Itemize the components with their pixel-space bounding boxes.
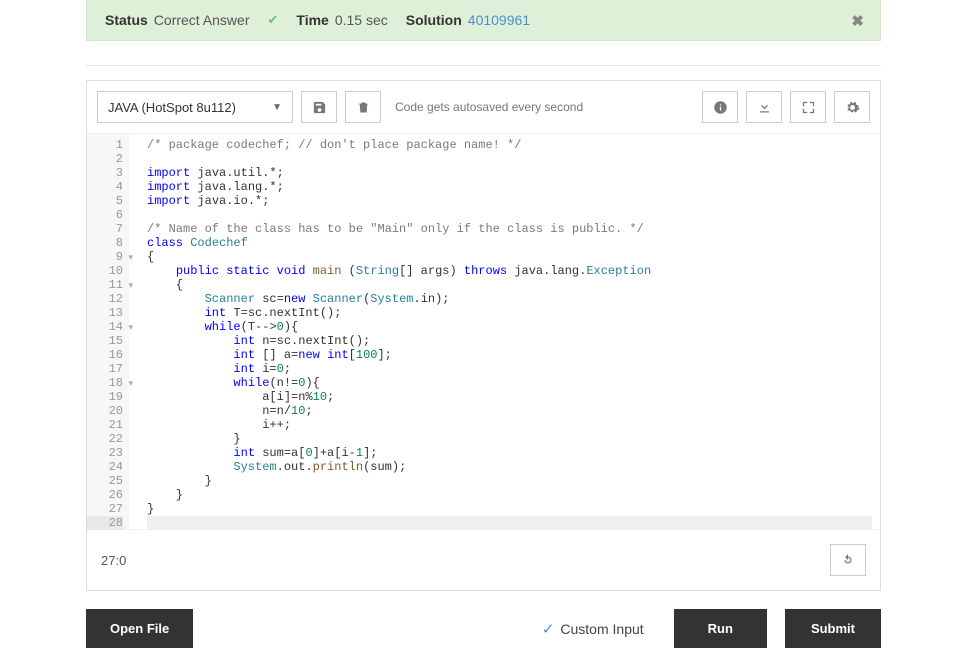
language-select[interactable]: JAVA (HotSpot 8u112) ▼ bbox=[97, 91, 293, 123]
language-value: JAVA (HotSpot 8u112) bbox=[108, 100, 236, 115]
open-file-button[interactable]: Open File bbox=[86, 609, 193, 648]
submit-button[interactable]: Submit bbox=[785, 609, 881, 648]
gear-icon bbox=[845, 100, 860, 115]
download-icon bbox=[757, 100, 772, 115]
chevron-down-icon: ▼ bbox=[272, 102, 282, 113]
status-label: Status bbox=[105, 12, 148, 28]
autosave-text: Code gets autosaved every second bbox=[395, 100, 583, 114]
status-value: Correct Answer bbox=[154, 12, 250, 28]
cursor-position: 27:0 bbox=[101, 553, 126, 568]
info-button[interactable] bbox=[702, 91, 738, 123]
info-icon bbox=[713, 100, 728, 115]
save-button[interactable] bbox=[301, 91, 337, 123]
editor-status: 27:0 bbox=[87, 529, 880, 590]
save-icon bbox=[312, 100, 327, 115]
solution-label: Solution bbox=[406, 12, 462, 28]
checkbox-icon: ✓ bbox=[542, 620, 555, 638]
trash-icon bbox=[356, 100, 371, 115]
fullscreen-button[interactable] bbox=[790, 91, 826, 123]
expand-icon bbox=[801, 100, 816, 115]
solution-link[interactable]: 40109961 bbox=[468, 12, 530, 28]
settings-button[interactable] bbox=[834, 91, 870, 123]
run-button[interactable]: Run bbox=[674, 609, 767, 648]
custom-input-label: Custom Input bbox=[560, 621, 643, 637]
refresh-icon bbox=[841, 553, 855, 567]
code-content[interactable]: /* package codechef; // don't place pack… bbox=[129, 134, 880, 529]
status-bar: Status Correct Answer ✔ Time 0.15 sec So… bbox=[86, 0, 881, 41]
code-editor[interactable]: 1234567891011121314151617181920212223242… bbox=[87, 133, 880, 529]
close-icon[interactable]: ✖ bbox=[851, 12, 864, 30]
time-value: 0.15 sec bbox=[335, 12, 388, 28]
check-icon: ✔ bbox=[268, 12, 279, 28]
toolbar: JAVA (HotSpot 8u112) ▼ Code gets autosav… bbox=[87, 81, 880, 133]
line-gutter: 1234567891011121314151617181920212223242… bbox=[87, 134, 129, 529]
download-button[interactable] bbox=[746, 91, 782, 123]
divider bbox=[86, 65, 881, 66]
custom-input-toggle[interactable]: ✓ Custom Input bbox=[542, 620, 644, 638]
refresh-button[interactable] bbox=[830, 544, 866, 576]
delete-button[interactable] bbox=[345, 91, 381, 123]
editor-box: JAVA (HotSpot 8u112) ▼ Code gets autosav… bbox=[86, 80, 881, 591]
action-row: Open File ✓ Custom Input Run Submit bbox=[86, 609, 881, 648]
time-label: Time bbox=[296, 12, 328, 28]
